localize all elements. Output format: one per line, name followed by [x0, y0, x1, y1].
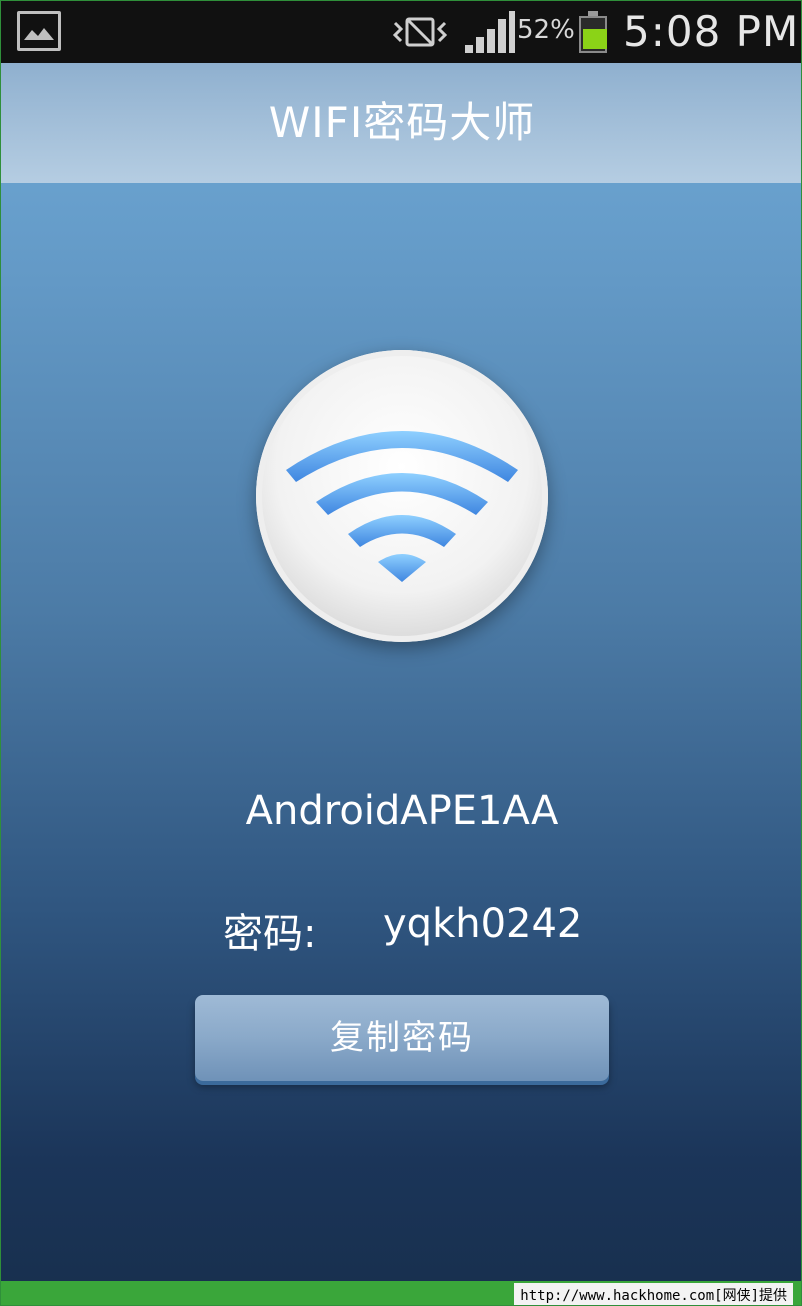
phone-screen: 52% 5:08 PM WIFI密码大师 AndroidAPE1AA 密码: y… [0, 0, 802, 1306]
vibrate-icon [393, 17, 447, 47]
title-bar: WIFI密码大师 [1, 63, 801, 183]
password-value: yqkh0242 [383, 901, 583, 947]
battery-percent: 52% [517, 15, 575, 45]
status-bar: 52% 5:08 PM [1, 1, 801, 63]
wifi-logo [256, 350, 548, 642]
app-title: WIFI密码大师 [268, 98, 536, 147]
copy-password-button[interactable]: 复制密码 [195, 995, 609, 1081]
network-name: AndroidAPE1AA [245, 788, 559, 834]
footer-bar: http://www.hackhome.com[网侠]提供 [1, 1281, 801, 1305]
password-row: 密码: yqkh0242 [1, 901, 801, 957]
battery-icon [579, 11, 607, 53]
signal-strength-icon [465, 11, 515, 53]
wifi-icon [286, 431, 518, 582]
gallery-notification-icon [17, 11, 61, 51]
clock: 5:08 PM [623, 7, 800, 56]
password-label: 密码: [223, 911, 317, 957]
app-body: WIFI密码大师 AndroidAPE1AA 密码: yqkh0242 复制密码 [1, 63, 801, 1281]
watermark-text: http://www.hackhome.com[网侠]提供 [514, 1283, 793, 1305]
